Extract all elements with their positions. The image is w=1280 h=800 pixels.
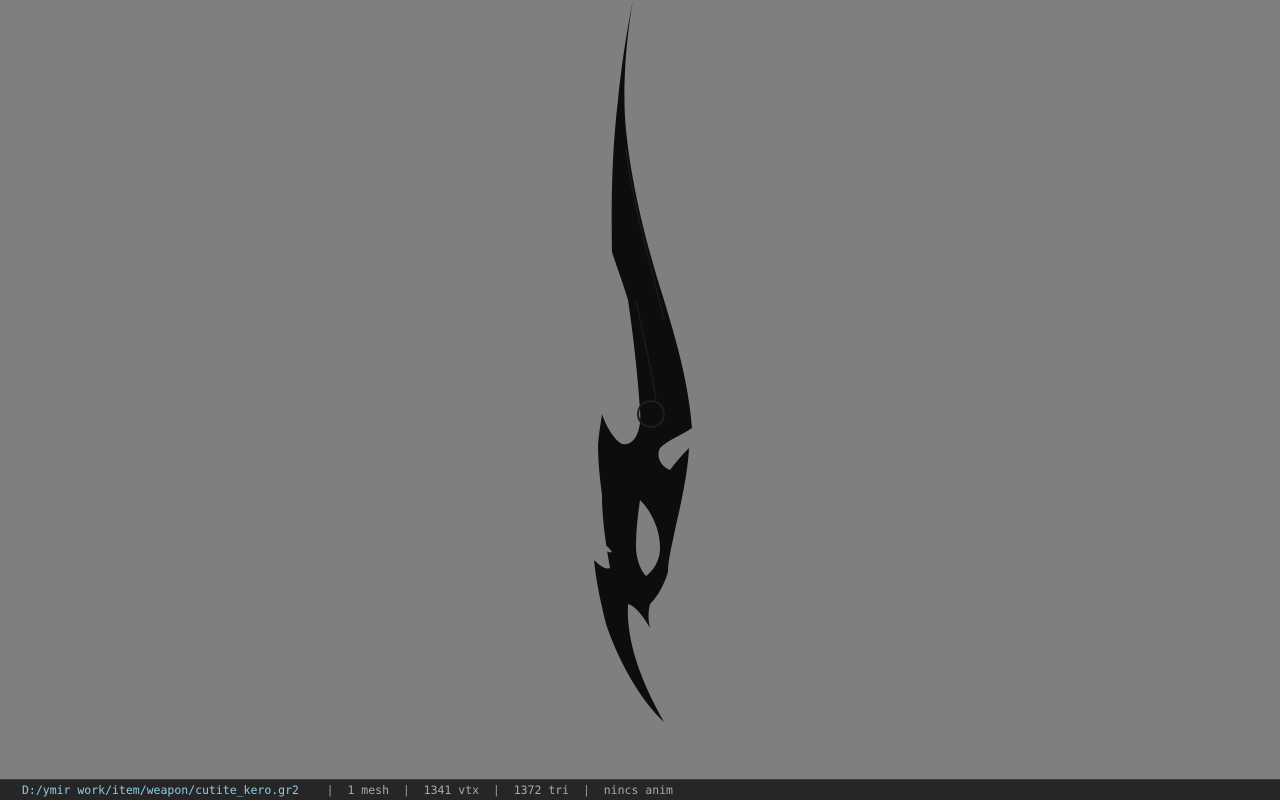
separator: | bbox=[492, 783, 500, 797]
vertex-count: 1341 vtx bbox=[423, 783, 480, 797]
animation-status: nincs anim bbox=[603, 783, 673, 797]
file-path: D:/ymir work/item/weapon/cutite_kero.gr2 bbox=[22, 783, 299, 797]
separator: | bbox=[582, 783, 590, 797]
separator: | bbox=[402, 783, 410, 797]
status-bar: D:/ymir work/item/weapon/cutite_kero.gr2… bbox=[0, 779, 1280, 800]
blade-shape bbox=[594, 0, 692, 722]
3d-viewport[interactable] bbox=[0, 0, 1280, 779]
triangle-count: 1372 tri bbox=[513, 783, 570, 797]
mesh-count: 1 mesh bbox=[347, 783, 389, 797]
separator: | bbox=[326, 783, 334, 797]
weapon-model bbox=[594, 0, 692, 722]
